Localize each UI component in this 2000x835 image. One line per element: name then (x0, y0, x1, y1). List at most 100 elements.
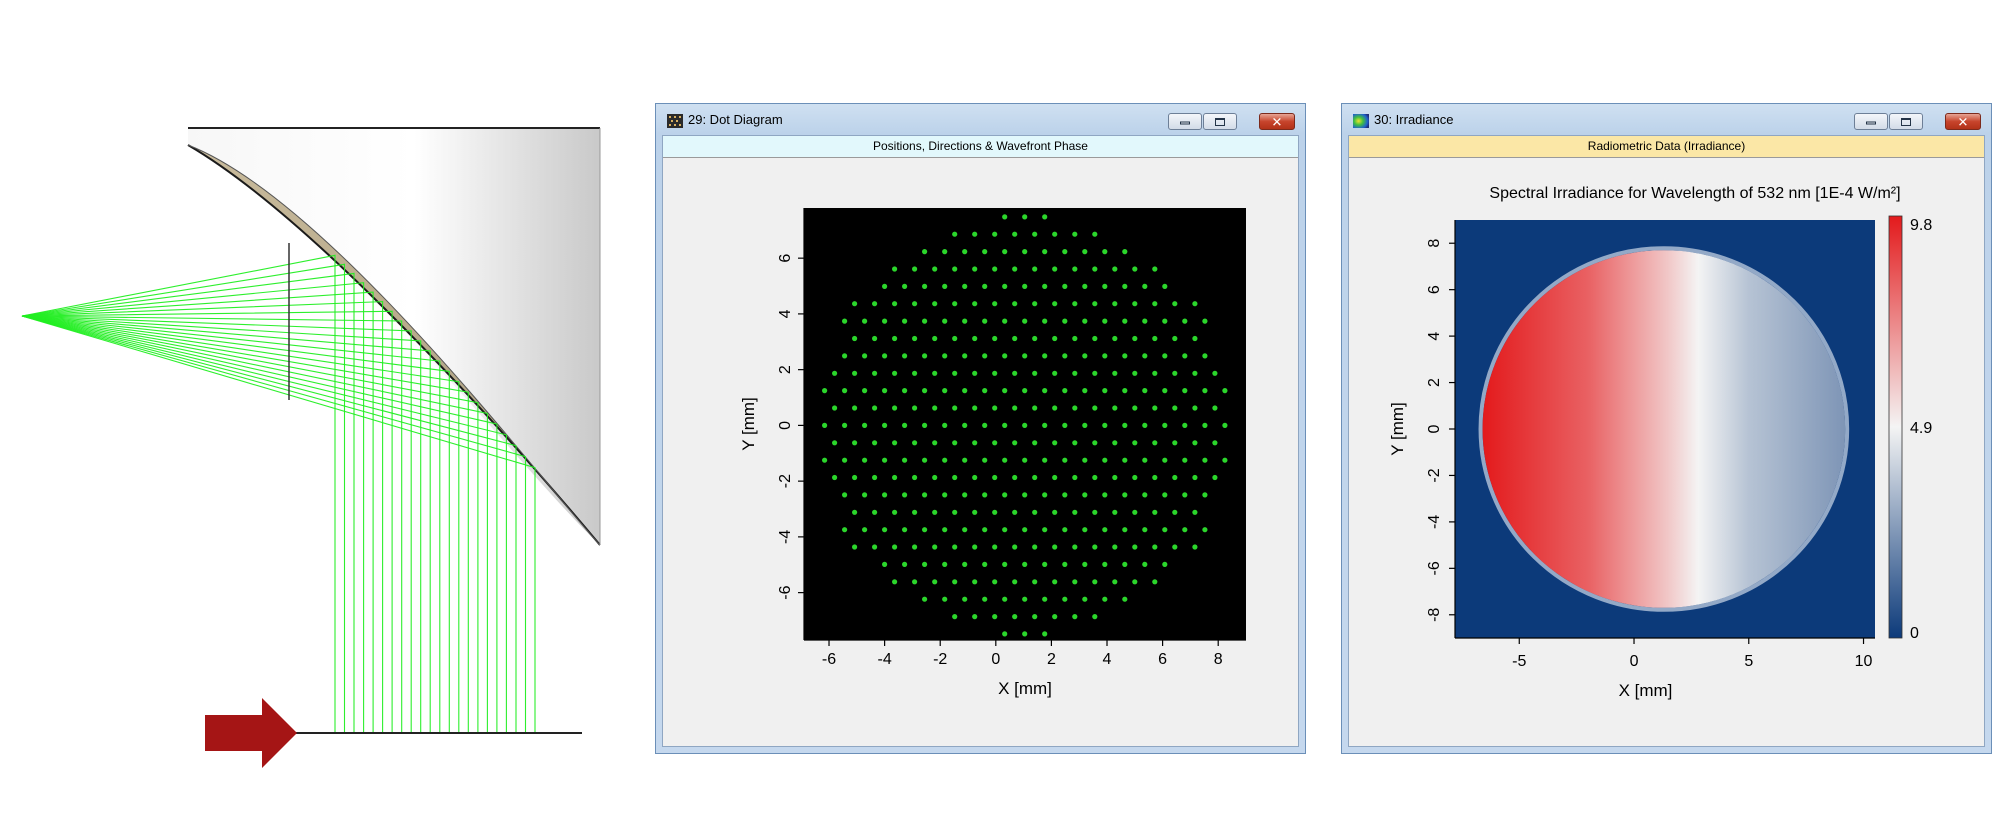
dot-point (1012, 231, 1018, 237)
dot-point (1152, 474, 1158, 481)
dot-point (942, 249, 948, 255)
dot-point (1022, 318, 1028, 324)
dot-point (1162, 422, 1168, 428)
minimize-button[interactable] (1854, 113, 1888, 130)
dot-point (962, 388, 968, 394)
dot-point (992, 544, 998, 550)
dot-diagram-titlebar[interactable]: 29: Dot Diagram ✕ (656, 104, 1305, 134)
dot-point (1052, 544, 1058, 550)
dot-point (1162, 561, 1168, 567)
dot-point (992, 509, 998, 515)
dot-point (1202, 422, 1208, 428)
dot-point (972, 440, 978, 446)
dot-point (932, 266, 938, 272)
y-tick-label: 0 (1426, 424, 1443, 433)
dot-point (842, 527, 848, 533)
dot-point (912, 440, 918, 446)
dot-point (952, 579, 958, 585)
dot-point (1132, 301, 1138, 307)
dot-point (1022, 353, 1028, 359)
dot-point (1102, 318, 1108, 324)
dot-point (902, 561, 908, 567)
dot-diagram-chart[interactable]: -6 -4 -2 0 2 4 6 8 -6 -4 -2 0 2 4 6 X [mm] Y [mm] (663, 158, 1300, 744)
maximize-button[interactable] (1203, 113, 1237, 130)
close-button[interactable]: ✕ (1259, 113, 1295, 130)
dot-point (942, 318, 948, 324)
x-axis-label: X [mm] (998, 679, 1052, 698)
dot-point (1002, 353, 1008, 359)
dot-point (1162, 388, 1168, 394)
dot-point (1072, 544, 1078, 550)
dot-point (1152, 509, 1158, 515)
y-tick-label: 4 (777, 309, 794, 318)
dot-point (922, 388, 928, 394)
dot-point (1112, 266, 1118, 272)
dot-point (1062, 388, 1068, 394)
dot-point (962, 457, 968, 463)
dot-point (1192, 474, 1198, 481)
dot-diagram-window[interactable]: 29: Dot Diagram ✕ Positions, Directions … (655, 103, 1306, 754)
irradiance-titlebar[interactable]: 30: Irradiance ✕ (1342, 104, 1991, 134)
irradiance-chart[interactable]: -5 0 5 10 -8 -6 -4 -2 0 2 4 6 8 Spectral Irradiance f… (1349, 158, 1986, 744)
dot-point (1162, 318, 1168, 324)
dot-point (882, 283, 888, 289)
dot-point (1142, 283, 1148, 289)
dot-point (842, 492, 848, 498)
dot-point (982, 596, 988, 602)
dot-point (942, 422, 948, 428)
dot-point (1092, 474, 1098, 481)
dot-point (992, 370, 998, 376)
dot-point (1062, 318, 1068, 324)
dot-point (1012, 405, 1018, 411)
detector-arrow-icon (205, 698, 297, 768)
dot-point (1142, 527, 1148, 533)
dot-point (892, 370, 898, 376)
x-tick-label: -2 (933, 651, 947, 668)
close-button[interactable]: ✕ (1945, 113, 1981, 130)
dot-point (1212, 440, 1218, 446)
dot-point (1062, 527, 1068, 533)
dot-point (972, 544, 978, 550)
dot-point (1022, 214, 1028, 220)
dot-point (962, 249, 968, 255)
dot-point (992, 405, 998, 411)
dot-point (1182, 492, 1188, 498)
y-tick-label: 2 (1426, 378, 1443, 387)
dot-point (1092, 405, 1098, 411)
dot-point (1002, 388, 1008, 394)
dot-point (882, 527, 888, 533)
dot-point (1042, 596, 1048, 602)
dot-point (872, 474, 878, 481)
dot-point (1172, 335, 1178, 342)
light-ray (21, 315, 517, 733)
dot-point (842, 422, 848, 428)
dot-point (1142, 561, 1148, 567)
dot-point (952, 614, 958, 620)
dot-point (1112, 301, 1118, 307)
dot-point (1062, 353, 1068, 359)
dot-point (1182, 422, 1188, 428)
dot-point (932, 579, 938, 585)
dot-point (1092, 509, 1098, 515)
dot-point (1092, 440, 1098, 446)
dot-point (972, 301, 978, 307)
dot-point (1202, 318, 1208, 324)
colorbar (1888, 215, 1903, 639)
dot-point (1022, 249, 1028, 255)
dot-point (1202, 527, 1208, 533)
dot-point (1112, 544, 1118, 550)
dot-point (872, 440, 878, 446)
dot-point (1182, 318, 1188, 324)
maximize-button[interactable] (1889, 113, 1923, 130)
minimize-button[interactable] (1168, 113, 1202, 130)
dot-point (882, 353, 888, 359)
dot-point (992, 614, 998, 620)
dot-point (862, 353, 868, 359)
dot-point (932, 370, 938, 376)
dot-point (1042, 283, 1048, 289)
irradiance-window[interactable]: 30: Irradiance ✕ Radiometric Data (Irrad… (1341, 103, 1992, 754)
dot-point (1182, 527, 1188, 533)
dot-point (922, 353, 928, 359)
dot-point (1132, 440, 1138, 446)
dot-point (952, 509, 958, 515)
